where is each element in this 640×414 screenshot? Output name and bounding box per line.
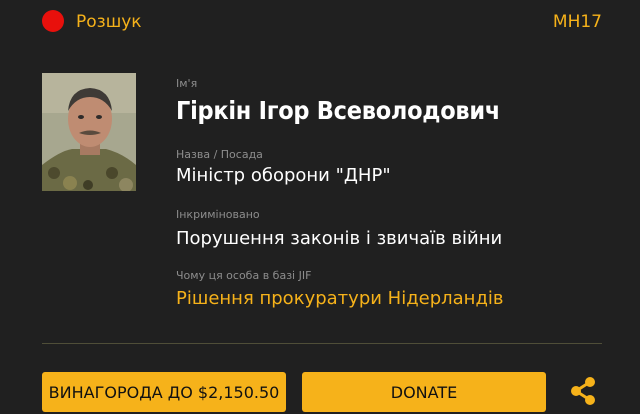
name-label: Ім'я (176, 77, 198, 90)
position-value: Міністр оборони "ДНР" (176, 165, 391, 186)
donate-button[interactable]: DONATE (302, 372, 546, 412)
position-label: Назва / Посада (176, 148, 263, 161)
case-tag[interactable]: MH17 (553, 12, 602, 32)
profile-photo (42, 73, 136, 191)
person-name: Гіркін Ігор Всеволодович (176, 96, 501, 125)
share-icon[interactable] (570, 376, 596, 406)
status-dot-icon (42, 10, 64, 32)
person-photo-icon (42, 73, 136, 191)
reason-link[interactable]: Рішення прокуратури Нідерландів (176, 288, 504, 309)
divider (42, 343, 602, 344)
top-bar: Розшук MH17 (0, 0, 640, 44)
charge-value: Порушення законів і звичаїв війни (176, 228, 503, 249)
reward-button[interactable]: ВИНАГОРОДА ДО $2,150.50 (42, 372, 286, 412)
reason-label: Чому ця особа в базі JIF (176, 269, 312, 282)
charge-label: Інкриміновано (176, 208, 260, 221)
status-label[interactable]: Розшук (76, 12, 142, 32)
